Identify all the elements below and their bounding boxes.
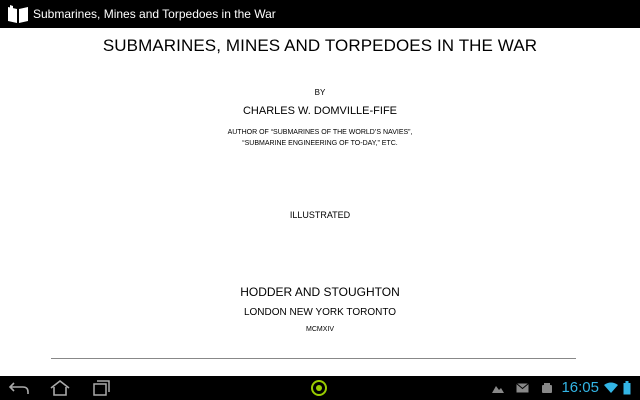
book-page[interactable]: SUBMARINES, MINES AND TORPEDOES IN THE W… — [0, 28, 640, 376]
back-icon[interactable] — [6, 378, 32, 398]
wifi-icon — [604, 381, 618, 395]
title-bar: Submarines, Mines and Torpedoes in the W… — [0, 0, 640, 28]
credits-line-1: AUTHOR OF “SUBMARINES OF THE WORLD’S NAV… — [227, 129, 413, 136]
android-notification-icon[interactable] — [540, 381, 554, 395]
publisher-name: HODDER AND STOUGHTON — [240, 285, 400, 299]
recent-apps-icon[interactable] — [88, 378, 114, 398]
author-name: CHARLES W. DOMVILLE-FIFE — [242, 105, 398, 117]
center-ring-icon[interactable] — [306, 378, 332, 398]
publisher-cities: LONDON NEW YORK TORONTO — [243, 307, 397, 318]
by-line: BY — [314, 88, 326, 97]
email-notification-icon[interactable] — [515, 381, 529, 395]
book-icon[interactable] — [7, 4, 29, 24]
battery-icon — [622, 381, 632, 395]
app-title: Submarines, Mines and Torpedoes in the W… — [33, 7, 276, 21]
status-clock: 16:05 — [561, 379, 599, 396]
home-icon[interactable] — [47, 378, 73, 398]
publication-year: MCMXIV — [306, 326, 334, 333]
illustrated-label: ILLUSTRATED — [289, 210, 351, 220]
divider — [51, 358, 576, 359]
book-title: SUBMARINES, MINES AND TORPEDOES IN THE W… — [102, 36, 538, 55]
author-credits: AUTHOR OF “SUBMARINES OF THE WORLD’S NAV… — [0, 127, 640, 149]
photo-notification-icon[interactable] — [491, 381, 505, 395]
credits-line-2: “SUBMARINE ENGINEERING OF TO-DAY,” ETC. — [242, 140, 398, 147]
navigation-bar: 16:05 — [0, 376, 640, 400]
